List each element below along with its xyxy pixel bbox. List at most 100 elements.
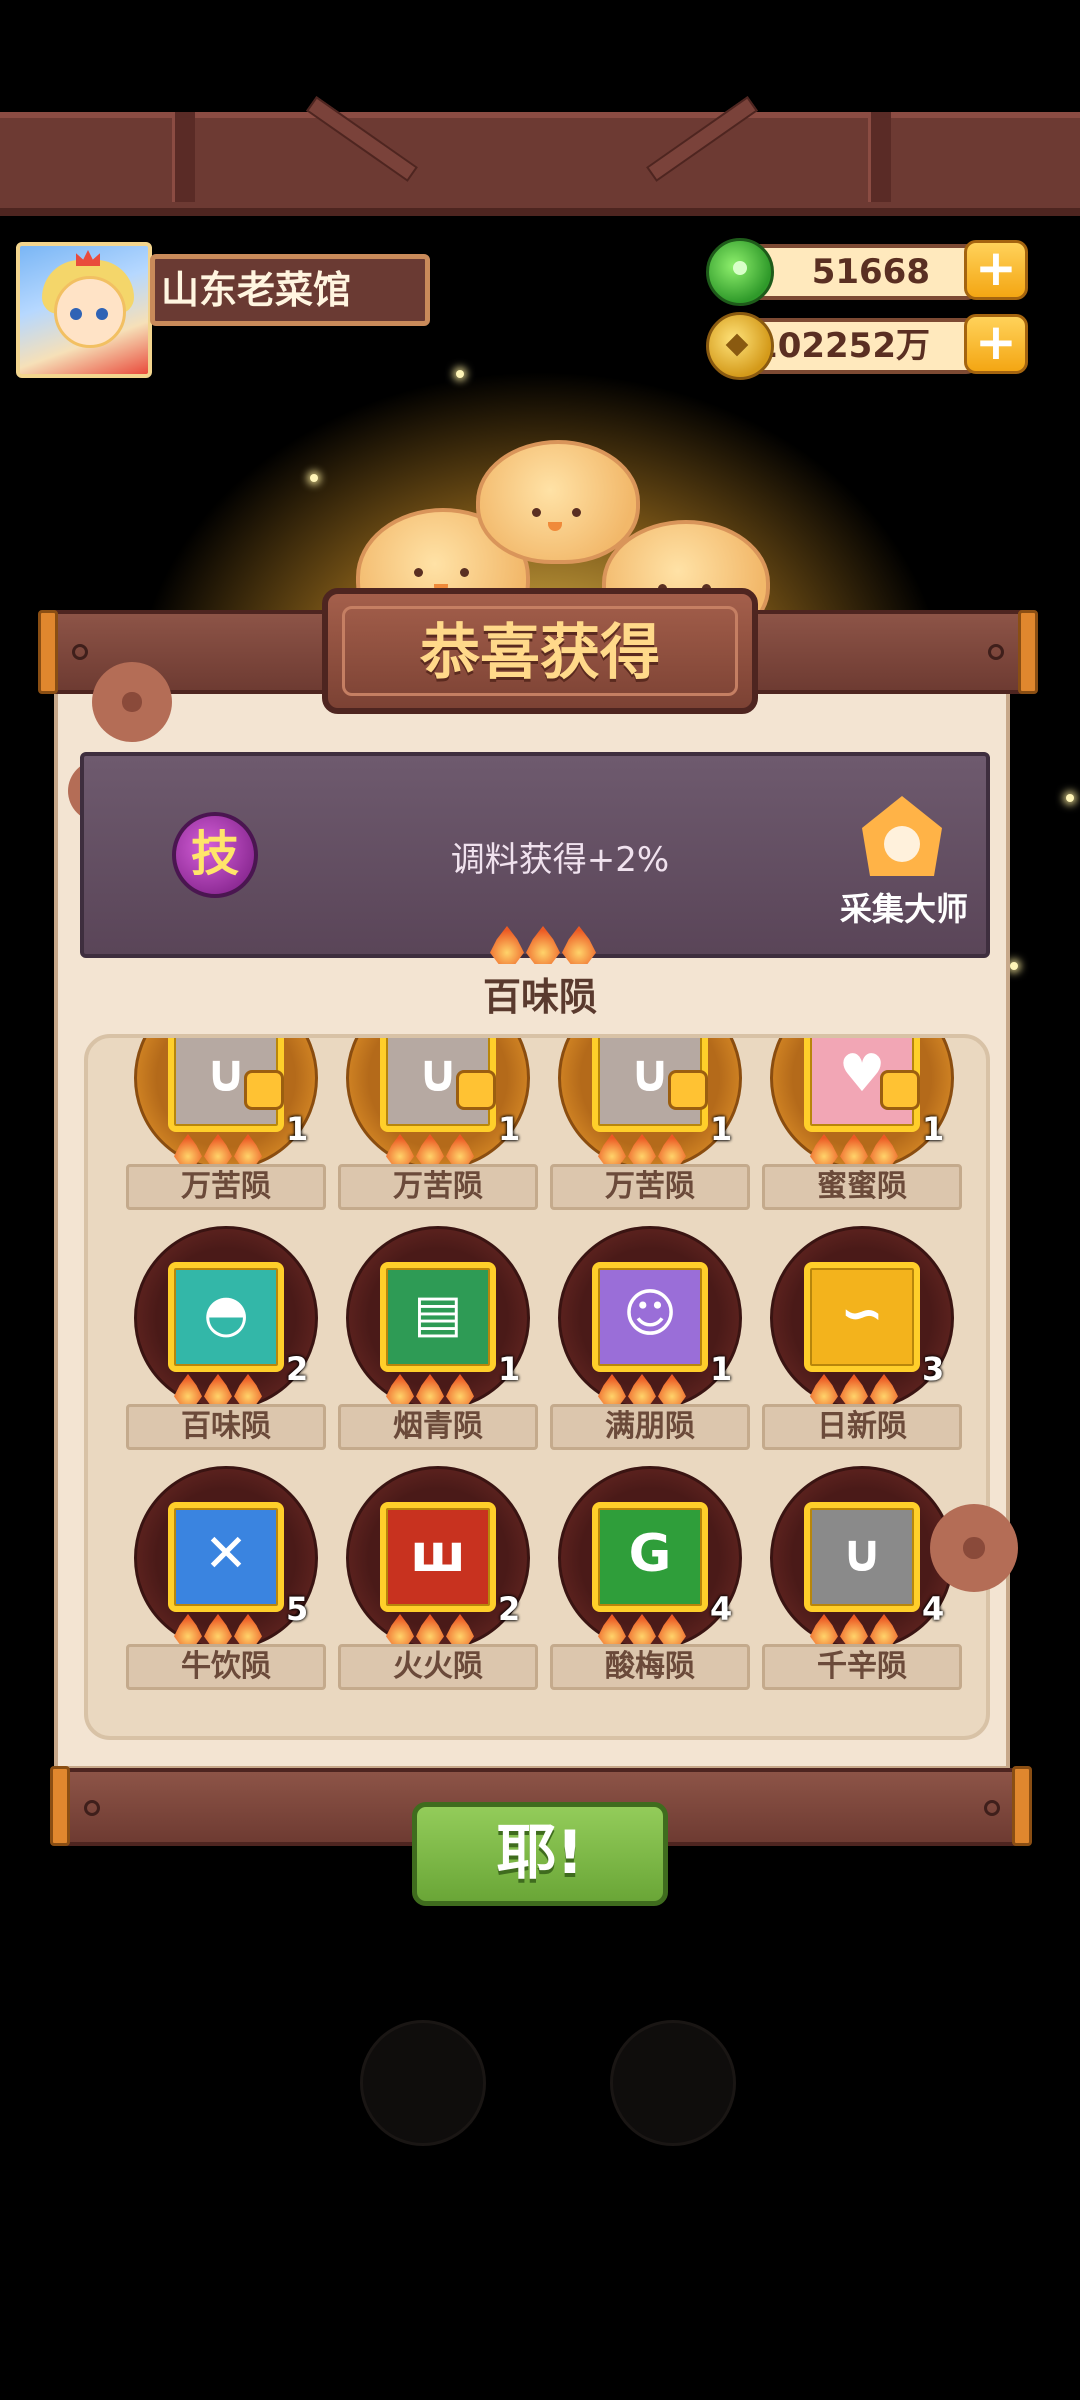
board-cap <box>50 1766 70 1846</box>
rarity-flames <box>810 1614 898 1646</box>
item-cell[interactable]: ♥ 1 蜜蜜陨 <box>762 1038 966 1226</box>
nail <box>984 1800 1000 1816</box>
ingredient-glyph: ш <box>410 1524 466 1584</box>
ingredient-glyph: ∪ <box>840 1524 884 1584</box>
title-plaque: 恭喜获得 <box>322 588 758 714</box>
item-cell[interactable]: ▤ 1 烟青陨 <box>338 1226 542 1466</box>
item-cell[interactable]: ∽ 3 日新陨 <box>762 1226 966 1466</box>
sparkle <box>1010 962 1018 970</box>
item-grid: ∪ 1 万苦陨 ∪ 1 万苦陨 ∪ 1 万苦陨 ♥ 1 蜜蜜陨 ◓ 2 百味陨 ▤ 1 烟青陨 ☺ 1 满朋陨 ∽ 3 日新陨… <box>84 1034 990 1740</box>
item-label: 千辛陨 <box>762 1644 962 1690</box>
item-label: 万苦陨 <box>550 1164 750 1210</box>
nail <box>988 644 1004 660</box>
rarity-flames <box>810 1374 898 1406</box>
ingredient-icon: ◓ <box>168 1262 284 1372</box>
sparkle <box>456 370 464 378</box>
rarity-flames <box>174 1374 262 1406</box>
dimmed-background <box>0 1960 1080 2400</box>
board-cap <box>38 610 58 694</box>
item-cell[interactable]: ☺ 1 满朋陨 <box>550 1226 754 1466</box>
item-cell[interactable]: ◓ 2 百味陨 <box>126 1226 330 1466</box>
skill-bonus-text: 调料获得+2% <box>450 840 670 880</box>
item-cell[interactable]: ∪ 1 万苦陨 <box>550 1038 754 1226</box>
item-cell[interactable]: ∪ 1 万苦陨 <box>338 1038 542 1226</box>
bonus-badge-icon <box>456 1070 496 1110</box>
item-cell[interactable]: ✕ 5 牛饮陨 <box>126 1466 330 1706</box>
bonus-badge-icon <box>880 1070 920 1110</box>
dimmed-slot <box>360 2020 486 2146</box>
reward-title: 恭喜获得 <box>342 606 738 696</box>
rarity-flames <box>810 1134 898 1166</box>
item-label: 满朋陨 <box>550 1404 750 1450</box>
ingredient-glyph: ▤ <box>413 1284 463 1344</box>
item-quantity: 1 <box>498 1110 521 1148</box>
nail <box>84 1800 100 1816</box>
ingredient-icon: ∽ <box>804 1262 920 1372</box>
sparkle <box>310 474 318 482</box>
item-label: 酸梅陨 <box>550 1644 750 1690</box>
flower-decoration <box>930 1504 1018 1592</box>
rarity-flames <box>386 1134 474 1166</box>
skill-badge: 技 <box>172 812 258 898</box>
ingredient-glyph: ∽ <box>840 1284 884 1344</box>
item-label: 火火陨 <box>338 1644 538 1690</box>
ingredient-glyph: ☺ <box>622 1284 678 1344</box>
sparkle <box>1066 794 1074 802</box>
item-cell[interactable]: ш 2 火火陨 <box>338 1466 542 1706</box>
jade-counter: 51668 <box>740 244 980 300</box>
ingredient-icon: ∪ <box>804 1502 920 1612</box>
rarity-flames <box>598 1374 686 1406</box>
player-avatar[interactable] <box>16 242 152 378</box>
wooden-beam <box>0 112 1080 216</box>
item-label: 烟青陨 <box>338 1404 538 1450</box>
item-label: 牛饮陨 <box>126 1644 326 1690</box>
ingredient-icon: ✕ <box>168 1502 284 1612</box>
item-cell[interactable]: ∪ 1 万苦陨 <box>126 1038 330 1226</box>
item-quantity: 1 <box>710 1110 733 1148</box>
bonus-badge-icon <box>244 1070 284 1110</box>
item-label: 百味陨 <box>126 1404 326 1450</box>
item-quantity: 2 <box>498 1590 521 1628</box>
item-quantity: 2 <box>286 1350 309 1388</box>
ingredient-icon: G <box>592 1502 708 1612</box>
confirm-button[interactable]: 耶! <box>412 1802 668 1906</box>
item-quantity: 1 <box>286 1110 309 1148</box>
add-jade-button[interactable]: + <box>964 240 1028 300</box>
rarity-flames <box>386 1614 474 1646</box>
item-label: 蜜蜜陨 <box>762 1164 962 1210</box>
ingredient-icon: ▤ <box>380 1262 496 1372</box>
ingredient-glyph: G <box>628 1524 672 1584</box>
item-quantity: 1 <box>498 1350 521 1388</box>
ingredient-glyph: ◓ <box>203 1284 249 1344</box>
coin-icon <box>706 312 774 380</box>
item-quantity: 3 <box>922 1350 945 1388</box>
ingredient-icon: ш <box>380 1502 496 1612</box>
rarity-flames <box>386 1374 474 1406</box>
player-name: 山东老菜馆 <box>150 254 430 326</box>
rarity-flames <box>174 1614 262 1646</box>
dimmed-slot <box>610 2020 736 2146</box>
ingredient-icon: ☺ <box>592 1262 708 1372</box>
add-gold-button[interactable]: + <box>964 314 1028 374</box>
item-cell[interactable]: G 4 酸梅陨 <box>550 1466 754 1706</box>
board-cap <box>1012 1766 1032 1846</box>
beam-post <box>172 112 195 202</box>
chick-mascot <box>476 440 640 564</box>
item-label: 万苦陨 <box>338 1164 538 1210</box>
rarity-flames <box>174 1134 262 1166</box>
bonus-badge-icon <box>668 1070 708 1110</box>
ingredient-glyph: ✕ <box>204 1524 248 1584</box>
rarity-flames <box>598 1134 686 1166</box>
gold-counter: 102252万 <box>740 318 980 374</box>
crown-icon <box>76 250 100 266</box>
item-cell[interactable]: ∪ 4 千辛陨 <box>762 1466 966 1706</box>
item-quantity: 4 <box>922 1590 945 1628</box>
collection-title: 百味陨 <box>482 975 597 1019</box>
item-quantity: 4 <box>710 1590 733 1628</box>
master-label: 采集大师 <box>839 890 968 928</box>
item-quantity: 1 <box>710 1350 733 1388</box>
rarity-flames <box>598 1614 686 1646</box>
item-label: 日新陨 <box>762 1404 962 1450</box>
rarity-flames <box>490 926 596 964</box>
item-quantity: 5 <box>286 1590 309 1628</box>
